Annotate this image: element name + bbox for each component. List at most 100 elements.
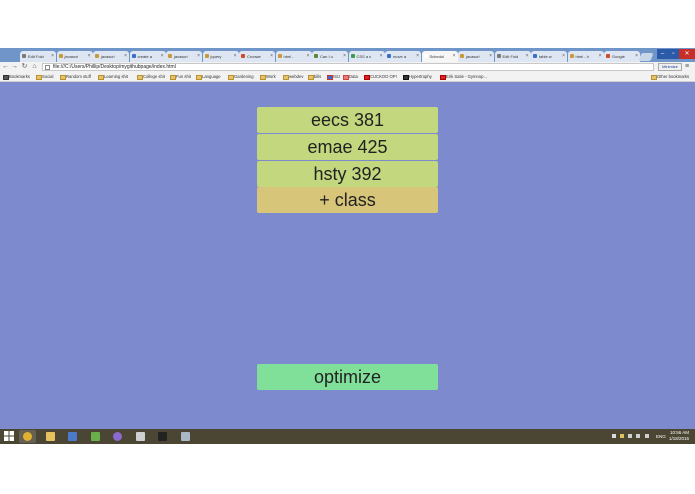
tab-close-icon[interactable]: × [270,53,273,59]
bookmark-item[interactable]: Fun shit [170,73,191,81]
bookmark-item[interactable]: Erik Satie - Gymnop... [440,73,487,81]
class-button-2[interactable]: emae 425 [257,134,438,160]
bookmark-item[interactable]: Social [36,73,53,81]
browser-tab[interactable]: table w × [531,51,567,62]
tab-favicon-icon [204,54,209,58]
browser-tab[interactable]: CSS a c × [348,51,385,62]
tab-close-icon[interactable]: × [343,53,346,59]
bookmark-item[interactable]: webdev [283,73,303,81]
tab-close-icon[interactable]: × [526,53,529,59]
tab-close-icon[interactable]: × [161,53,164,59]
browser-tab[interactable]: javascri × [56,51,93,62]
browser-tab[interactable]: Edit Fold × [494,51,531,62]
chrome-icon[interactable] [19,430,36,443]
address-bar[interactable]: file:///C:/Users/Phillip/Desktop/mygithu… [42,63,654,71]
tab-favicon-icon [496,54,501,58]
bookmark-label: Learning shit [104,74,128,79]
tab-close-icon[interactable]: × [562,53,565,59]
file-explorer-icon[interactable] [42,430,59,443]
bookmark-item[interactable]: Learning shit [98,73,128,81]
circle-app-icon[interactable] [109,430,126,443]
new-tab-button[interactable] [638,53,654,61]
bookmark-item[interactable]: ISU [327,73,340,81]
tab-close-icon[interactable]: × [51,53,54,59]
windows-start-icon[interactable] [4,431,14,441]
forward-icon[interactable]: → [11,63,18,71]
tab-strip: Edit Fold × javascri × javascri × create a × jav… [0,48,695,62]
back-icon[interactable]: ← [2,63,9,71]
document-icon[interactable] [64,430,81,443]
browser-tab[interactable]: Edit Fold × [20,51,56,62]
add-class-button[interactable]: + class [257,187,438,213]
notepad-icon[interactable] [177,430,194,443]
browser-tab[interactable]: javascri × [93,51,129,62]
tray-network-icon[interactable] [628,434,632,438]
tray-arrow-icon[interactable] [612,434,616,438]
taskbar-app-glyph [23,432,32,441]
browser-tab[interactable]: Schedul × [421,51,458,62]
taskbar-app-glyph [68,432,77,441]
other-bookmarks[interactable]: Other bookmarks [651,73,689,81]
tray-flag-icon[interactable] [620,434,624,438]
browser-tab[interactable]: html - × [275,51,312,62]
terminal-icon[interactable] [154,430,171,443]
bookmark-item[interactable]: Random stuff [60,73,91,81]
browser-tab[interactable]: jquery × [202,51,239,62]
tab-close-icon[interactable]: × [307,53,310,59]
close-window-button[interactable]: ✕ [679,49,695,59]
bookmark-item[interactable]: Work [260,73,276,81]
tab-close-icon[interactable]: × [453,53,456,59]
tab-close-icon[interactable]: × [234,53,237,59]
clock[interactable]: 10:56 AM 1/18/2015 [669,430,689,442]
tab-close-icon[interactable]: × [124,53,127,59]
browser-tab[interactable]: javascri × [166,51,202,62]
tab-favicon-icon [58,54,63,58]
menu-icon[interactable]: ≡ [685,63,693,71]
tab-close-icon[interactable]: × [88,53,91,59]
tab-close-icon[interactable]: × [599,53,602,59]
minimize-extension-button[interactable]: Minimize [658,63,682,71]
tray-volume-icon[interactable] [645,434,649,438]
browser-tab[interactable]: move a × [385,51,421,62]
tab-favicon-icon [168,54,172,58]
home-icon[interactable]: ⌂ [31,63,38,71]
tab-label: html - h [575,54,589,59]
browser-tab[interactable]: html - h × [567,51,604,62]
reload-icon[interactable]: ↻ [21,63,28,71]
bookmark-item[interactable]: Bookmarks [3,73,30,81]
bookmark-item[interactable]: College shit [137,73,165,81]
browser-tab[interactable]: Can I u × [312,51,348,62]
tab-close-icon[interactable]: × [197,53,200,59]
minimize-window-button[interactable]: – [657,49,668,59]
tab-label: Cronwe [247,54,261,59]
bookmark-item[interactable]: bills [308,73,321,81]
window-app-icon[interactable] [132,430,149,443]
tab-label: Edit Fold [28,54,44,59]
browser-tab[interactable]: Google × [604,51,640,62]
class-button-1[interactable]: eecs 381 [257,107,438,133]
language-indicator[interactable]: ENG [656,434,666,439]
tab-close-icon[interactable]: × [635,53,638,59]
tray-signal-icon[interactable] [636,434,640,438]
browser-tab[interactable]: create a × [129,51,166,62]
tab-label: javascri [466,54,480,59]
bookmark-item[interactable]: Language [196,73,221,81]
browser-tab[interactable]: Cronwe × [239,51,275,62]
optimize-button[interactable]: optimize [257,364,438,390]
class-button-3[interactable]: hsty 392 [257,161,438,187]
bookmark-item[interactable]: Gardening [228,73,254,81]
bookmark-item[interactable]: CUCKOO OP! [364,73,397,81]
screen: Edit Fold × javascri × javascri × create a × jav… [0,48,695,444]
bookmark-label: bills [314,74,322,79]
tab-close-icon[interactable]: × [380,53,383,59]
android-icon[interactable] [87,430,104,443]
tab-close-icon[interactable]: × [489,53,492,59]
clock-date: 1/18/2015 [668,436,689,441]
bb-icon [403,75,409,80]
maximize-window-button[interactable]: ▫ [668,49,679,59]
browser-tab[interactable]: javascri × [458,51,494,62]
tab-close-icon[interactable]: × [416,53,419,59]
bookmark-label: Fun shit [176,74,191,79]
bookmark-item[interactable]: Data [343,73,358,81]
bookmark-item[interactable]: Hypertrophy [403,73,432,81]
